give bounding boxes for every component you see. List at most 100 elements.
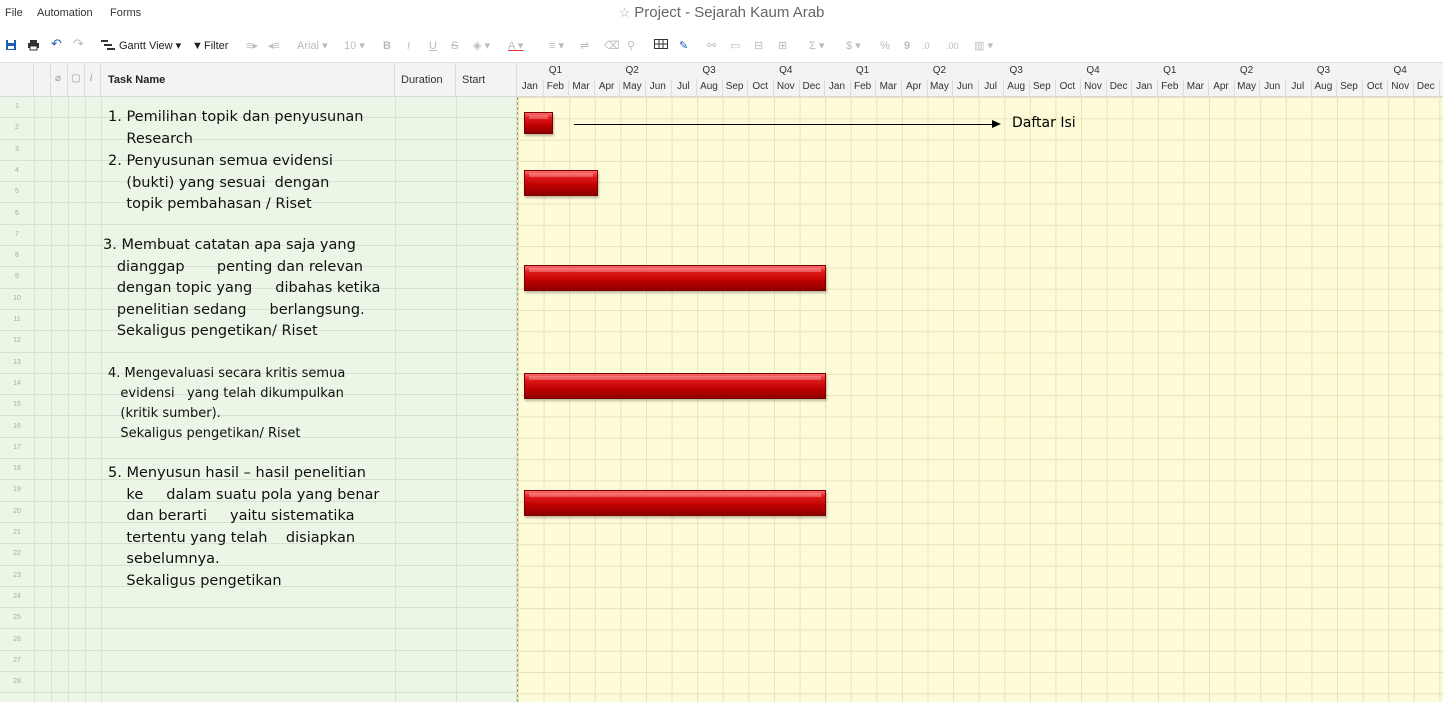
- redo-icon[interactable]: ↷: [73, 37, 84, 51]
- header-attachment[interactable]: ⌀: [51, 63, 68, 98]
- month-label: May: [622, 81, 642, 92]
- highlight-icon[interactable]: ✎: [679, 39, 688, 53]
- undo-icon[interactable]: ↶: [51, 37, 62, 51]
- insert-row-icon[interactable]: ⊟: [754, 39, 763, 53]
- table-row[interactable]: 28: [0, 672, 517, 694]
- menu-file[interactable]: File: [5, 7, 23, 19]
- table-row[interactable]: 27: [0, 651, 517, 673]
- header-comments[interactable]: ▢: [68, 63, 85, 98]
- month-label: Aug: [1314, 81, 1333, 92]
- grid-divider: [51, 97, 52, 702]
- month-label: Jun: [649, 81, 666, 92]
- month-label: Jan: [828, 81, 846, 92]
- save-icon[interactable]: [5, 39, 17, 51]
- image-icon[interactable]: ▭: [730, 39, 740, 53]
- table-row[interactable]: 25: [0, 608, 517, 630]
- task-5-cell[interactable]: 5. Menyusun hasil – hasil penelitian ke …: [108, 463, 379, 593]
- task-line: 2. Penyusunan semua evidensi: [108, 153, 333, 169]
- lock-column-icon[interactable]: ⊞: [778, 39, 787, 53]
- task-line: 3. Membuat catatan apa saja yang: [103, 237, 356, 253]
- task-4-cell[interactable]: 4. Mengevaluasi secara kritis semua evid…: [108, 364, 345, 444]
- column-settings-icon[interactable]: ▥ ▾: [974, 39, 993, 53]
- task-2-cell[interactable]: 2. Penyusunan semua evidensi (bukti) yan…: [108, 151, 333, 216]
- table-row[interactable]: 26: [0, 630, 517, 651]
- task-line: 1. Pemilihan topik dan penyusunan: [108, 109, 364, 125]
- task-name-label: Task Name: [108, 74, 166, 86]
- font-size-dropdown[interactable]: 10 ▾: [344, 39, 365, 53]
- header-duration[interactable]: Duration: [395, 63, 456, 98]
- task-3-cell[interactable]: 3. Membuat catatan apa saja yang diangga…: [103, 235, 380, 343]
- menu-forms[interactable]: Forms: [110, 7, 141, 19]
- month-label: Jul: [676, 81, 690, 92]
- row-number: 4: [15, 166, 19, 174]
- task-line: ke dalam suatu pola yang benar: [108, 486, 380, 503]
- font-dropdown[interactable]: Arial ▾: [297, 39, 328, 53]
- month-label: Dec: [1416, 81, 1435, 92]
- link-icon[interactable]: ⚯: [707, 39, 716, 53]
- row-number: 3: [15, 145, 19, 153]
- row-number: 10: [13, 294, 21, 302]
- percent-button[interactable]: %: [880, 39, 890, 53]
- header-task-name[interactable]: Task Name: [101, 63, 395, 98]
- filter-icon[interactable]: ▼: [192, 39, 203, 53]
- underline-button[interactable]: U: [429, 39, 437, 53]
- filter-button[interactable]: Filter: [204, 39, 228, 53]
- clear-format-icon[interactable]: ⌫: [604, 39, 620, 53]
- indent-icon[interactable]: ≡▸: [246, 39, 258, 53]
- italic-button[interactable]: I: [407, 39, 410, 53]
- row-number: 2: [15, 124, 19, 132]
- grid-view-icon[interactable]: [654, 39, 668, 49]
- month-label: Jun: [956, 81, 974, 92]
- row-number: 24: [13, 592, 21, 600]
- row-number: 19: [13, 486, 21, 494]
- row-number: 5: [15, 188, 19, 196]
- month-label: Dec: [802, 81, 821, 92]
- increase-decimal-button[interactable]: .00: [946, 39, 959, 53]
- row-number: 1: [15, 103, 19, 110]
- gantt-bar-task-4[interactable]: [524, 373, 826, 399]
- task-line: (bukti) yang sesuai dengan: [108, 174, 330, 191]
- header-info[interactable]: i: [85, 63, 101, 98]
- row-number: 20: [13, 507, 21, 515]
- header-start[interactable]: Start: [456, 63, 517, 98]
- view-dropdown[interactable]: Gantt View ▾: [119, 39, 181, 53]
- bold-button[interactable]: B: [383, 39, 391, 53]
- thousands-button[interactable]: 9: [904, 39, 910, 53]
- align-icon[interactable]: ≡ ▾: [549, 39, 564, 53]
- sum-label: Σ: [809, 40, 816, 52]
- gantt-bar-task-2[interactable]: [524, 170, 598, 196]
- outdent-icon[interactable]: ◂≡: [268, 39, 280, 53]
- row-number: 7: [15, 230, 19, 238]
- gantt-bar-task-3[interactable]: [524, 265, 826, 291]
- duration-label: Duration: [401, 74, 443, 86]
- task-1-cell[interactable]: 1. Pemilihan topik dan penyusunan Resear…: [108, 107, 363, 150]
- row-number: 14: [13, 379, 21, 387]
- header-blank: [34, 63, 51, 98]
- month-label: Jul: [1291, 81, 1305, 92]
- fill-color-icon[interactable]: ◈ ▾: [473, 39, 490, 53]
- quarter-label: Q3: [1316, 65, 1331, 76]
- format-painter-icon[interactable]: ⚲: [627, 39, 635, 53]
- grid-divider: [395, 97, 396, 702]
- task-line: dan berarti yaitu sistematika: [108, 508, 355, 525]
- wrap-text-icon[interactable]: ⇌: [580, 39, 589, 53]
- print-icon[interactable]: [27, 39, 40, 51]
- month-divider: [1438, 79, 1440, 98]
- month-label: May: [929, 81, 949, 92]
- row-number: 16: [13, 422, 21, 430]
- favorite-star-icon[interactable]: ☆: [619, 5, 631, 20]
- currency-button[interactable]: $ ▾: [846, 39, 861, 53]
- task-line: Sekaligus pengetikan/ Riset: [108, 426, 301, 441]
- gantt-bar-task-1[interactable]: [524, 112, 553, 134]
- task-line: topik pembahasan / Riset: [108, 196, 312, 212]
- info-icon: i: [90, 73, 93, 84]
- text-color-icon[interactable]: A ▾: [508, 39, 523, 53]
- menu-automation[interactable]: Automation: [37, 7, 93, 19]
- decrease-decimal-button[interactable]: .0: [922, 39, 930, 53]
- sum-button[interactable]: Σ ▾: [809, 39, 824, 53]
- strikethrough-button[interactable]: S: [451, 39, 458, 53]
- gantt-bar-task-5[interactable]: [524, 490, 826, 516]
- row-number: 13: [13, 358, 21, 366]
- currency-label: $: [846, 40, 853, 52]
- arrow-right-icon: [992, 120, 1001, 128]
